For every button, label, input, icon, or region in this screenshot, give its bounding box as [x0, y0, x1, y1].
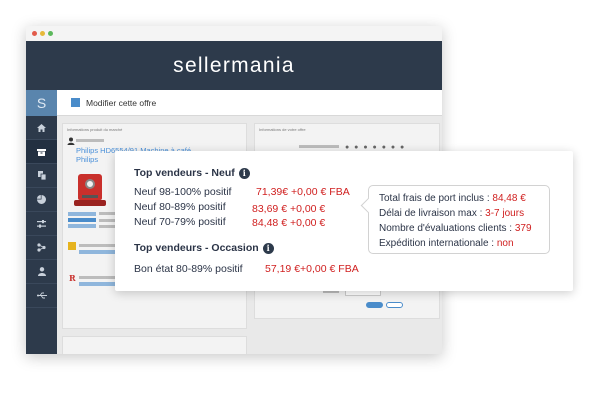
rating-dots: ● ● ● ● ● ● ● [345, 144, 406, 151]
placeholder-line [76, 139, 104, 142]
used-sellers-title: Top vendeurs - Occasion i [134, 242, 274, 254]
sliders-icon [37, 219, 46, 228]
close-window-button[interactable] [32, 31, 37, 36]
new-seller-row-price: 84,48 € +0,00 € [252, 217, 326, 229]
maximize-window-button[interactable] [48, 31, 53, 36]
info-icon[interactable]: i [262, 243, 274, 254]
competitor-popup: Top vendeurs - Neuf i Neuf 98-100% positi… [115, 151, 573, 291]
coffee-machine-image [73, 171, 107, 209]
new-seller-row-label: Neuf 98-100% positif [134, 186, 232, 198]
network-icon [37, 243, 46, 252]
empty-panel [62, 336, 247, 354]
new-seller-row-label: Neuf 80-89% positif [134, 201, 226, 213]
new-seller-row-price: 71,39€ +0,00 € FBA [256, 186, 350, 198]
new-sellers-title-text: Top vendeurs - Neuf [134, 167, 235, 179]
box-icon [37, 148, 46, 156]
bar-placeholder [68, 212, 96, 216]
home-icon [37, 123, 46, 132]
new-seller-row-label: Neuf 70-79% positif [134, 216, 226, 228]
info-icon[interactable]: i [238, 168, 250, 179]
sidebar-item-products[interactable] [26, 140, 57, 164]
placeholder-line [299, 145, 339, 148]
page-title: Modifier cette offre [86, 97, 157, 108]
new-seller-row-price: 83,69 € +0,00 € [252, 203, 326, 215]
rakuten-logo-icon: R [69, 274, 76, 282]
bar-placeholder [68, 218, 96, 222]
chart-icon [37, 195, 46, 204]
save-button[interactable] [366, 302, 383, 308]
sidebar-item-settings[interactable] [26, 212, 57, 236]
cancel-button[interactable] [386, 302, 403, 308]
used-seller-row-price: 57,19 €+0,00 € FBA [265, 263, 359, 275]
used-sellers-title-text: Top vendeurs - Occasion [134, 242, 259, 254]
sidebar-item-stats[interactable] [26, 188, 57, 212]
placeholder-line [79, 276, 117, 279]
sidebar-logo[interactable]: S [26, 90, 57, 116]
seller-details-card: Total frais de port inclus : 84,48 € Dél… [368, 185, 550, 254]
new-sellers-title: Top vendeurs - Neuf i [134, 167, 250, 179]
market-info-title: Informations produit du marché [67, 127, 123, 132]
bar-placeholder [79, 282, 117, 286]
shipping-total: Total frais de port inclus : 84,48 € [379, 193, 526, 204]
sidebar-item-documents[interactable] [26, 164, 57, 188]
brand-logo: sellermania [26, 41, 442, 90]
user-icon [37, 267, 46, 276]
svg-text:R: R [69, 274, 76, 282]
copy-icon [37, 171, 46, 180]
used-seller-row-label: Bon état 80-89% positif [134, 263, 243, 275]
offer-info-title: Informations de votre offre [259, 127, 306, 132]
sidebar-item-home[interactable] [26, 116, 57, 140]
sidebar-item-account[interactable] [26, 260, 57, 284]
sidebar-item-connections[interactable] [26, 284, 57, 308]
placeholder-line [79, 244, 117, 247]
page-header: Modifier cette offre [57, 90, 442, 116]
review-count: Nombre d'évaluations clients : 379 [379, 223, 532, 234]
delivery-delay: Délai de livraison max : 3-7 jours [379, 208, 525, 219]
international-shipping: Expédition internationale : non [379, 238, 514, 249]
usb-icon [36, 292, 47, 299]
bar-placeholder [79, 250, 117, 254]
minimize-window-button[interactable] [40, 31, 45, 36]
sidebar-item-integrations[interactable] [26, 236, 57, 260]
marketplace-logo-icon [68, 242, 76, 250]
window-titlebar [26, 26, 442, 41]
avatar-icon [67, 137, 75, 145]
page-icon [71, 98, 80, 107]
sidebar: S [26, 90, 57, 354]
bar-placeholder [68, 224, 96, 228]
